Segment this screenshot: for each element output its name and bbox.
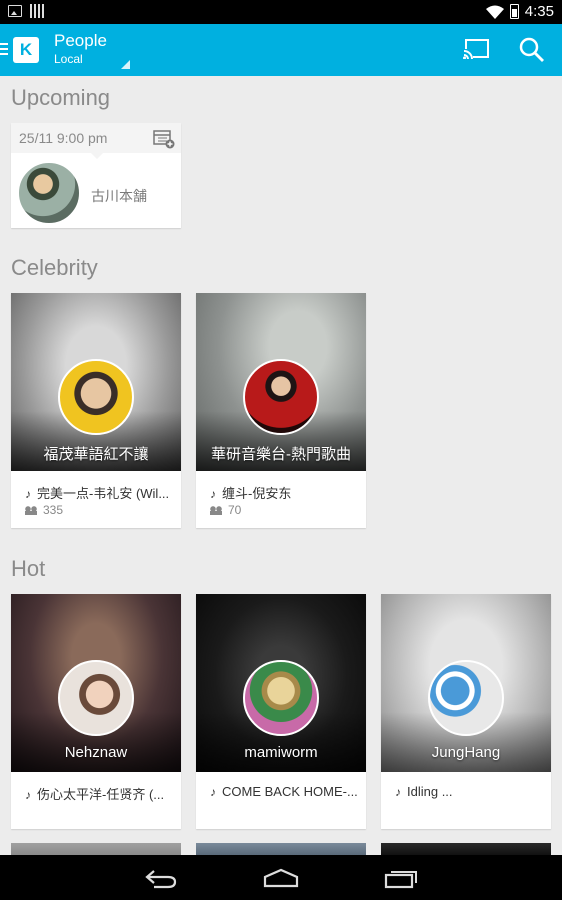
now-playing-song: COME BACK HOME-... [222, 784, 358, 799]
recent-apps-icon[interactable] [384, 867, 418, 889]
channel-name: mamiworm [244, 744, 318, 761]
hot-card[interactable]: Nehznaw ♪ 伤心太平洋-任贤齐 (... [11, 594, 181, 829]
status-bar: 4:35 [0, 0, 562, 24]
back-icon[interactable] [144, 867, 178, 889]
barcode-notification-icon [30, 4, 44, 18]
music-note-icon: ♪ [210, 487, 216, 501]
home-icon[interactable] [263, 868, 299, 888]
channel-name: JungHang [431, 744, 501, 761]
system-navigation-bar [0, 855, 562, 900]
music-note-icon: ♪ [395, 785, 401, 799]
battery-icon [509, 4, 519, 19]
celebrity-card[interactable]: 華研音樂台-熱門歌曲 ♪ 缠斗-倪安东 70 [196, 293, 366, 528]
image-notification-icon [8, 5, 22, 17]
now-playing-song: Idling ... [407, 784, 453, 799]
event-artist-name: 古川本舗 [91, 188, 147, 204]
partial-card[interactable] [196, 843, 366, 855]
avatar [58, 660, 134, 736]
people-icon [210, 506, 222, 516]
music-note-icon: ♪ [25, 788, 31, 802]
channel-name: 福茂華語紅不讓 [43, 446, 149, 463]
avatar [428, 660, 504, 736]
app-logo[interactable]: K [13, 37, 39, 63]
celebrity-card[interactable]: 福茂華語紅不讓 ♪ 完美一点-韦礼安 (Wil... 335 [11, 293, 181, 528]
dropdown-caret-icon[interactable] [121, 60, 130, 69]
event-date: 25/11 9:00 pm [19, 130, 108, 146]
app-bar: K People Local [0, 24, 562, 76]
cast-icon[interactable] [463, 39, 489, 59]
avatar [243, 359, 319, 435]
hot-card[interactable]: JungHang ♪ Idling ... [381, 594, 551, 829]
cover-image: 福茂華語紅不讓 [11, 293, 181, 471]
avatar [243, 660, 319, 736]
cover-image: 華研音樂台-熱門歌曲 [196, 293, 366, 471]
section-title-hot: Hot [11, 556, 46, 581]
cover-image: mamiworm [196, 594, 366, 772]
search-icon[interactable] [519, 37, 545, 63]
now-playing-song: 伤心太平洋-任贤齐 (... [37, 787, 165, 802]
avatar [17, 161, 81, 225]
now-playing-song: 缠斗-倪安东 [222, 486, 292, 501]
status-time: 4:35 [524, 3, 554, 20]
now-playing-song: 完美一点-韦礼安 (Wil... [37, 486, 170, 501]
people-icon [25, 506, 37, 516]
cover-image: JungHang [381, 594, 551, 772]
section-title-upcoming: Upcoming [11, 85, 111, 110]
listener-count: 335 [43, 503, 64, 517]
partial-card[interactable] [381, 843, 551, 855]
app-bar-subtitle[interactable]: Local [54, 52, 83, 66]
calendar-add-icon[interactable] [153, 129, 175, 149]
music-note-icon: ♪ [210, 785, 216, 799]
section-title-celebrity: Celebrity [11, 255, 98, 280]
menu-icon[interactable] [0, 43, 8, 57]
app-bar-title[interactable]: People [54, 31, 107, 51]
listener-count: 70 [228, 503, 242, 517]
channel-name: 華研音樂台-熱門歌曲 [211, 446, 351, 463]
avatar [58, 359, 134, 435]
channel-name: Nehznaw [64, 744, 128, 761]
hot-card[interactable]: mamiworm ♪ COME BACK HOME-... [196, 594, 366, 829]
upcoming-event-card[interactable]: 25/11 9:00 pm 古川本舗 [11, 123, 181, 228]
wifi-icon [485, 5, 504, 19]
music-note-icon: ♪ [25, 487, 31, 501]
cover-image: Nehznaw [11, 594, 181, 772]
partial-card[interactable] [11, 843, 181, 855]
